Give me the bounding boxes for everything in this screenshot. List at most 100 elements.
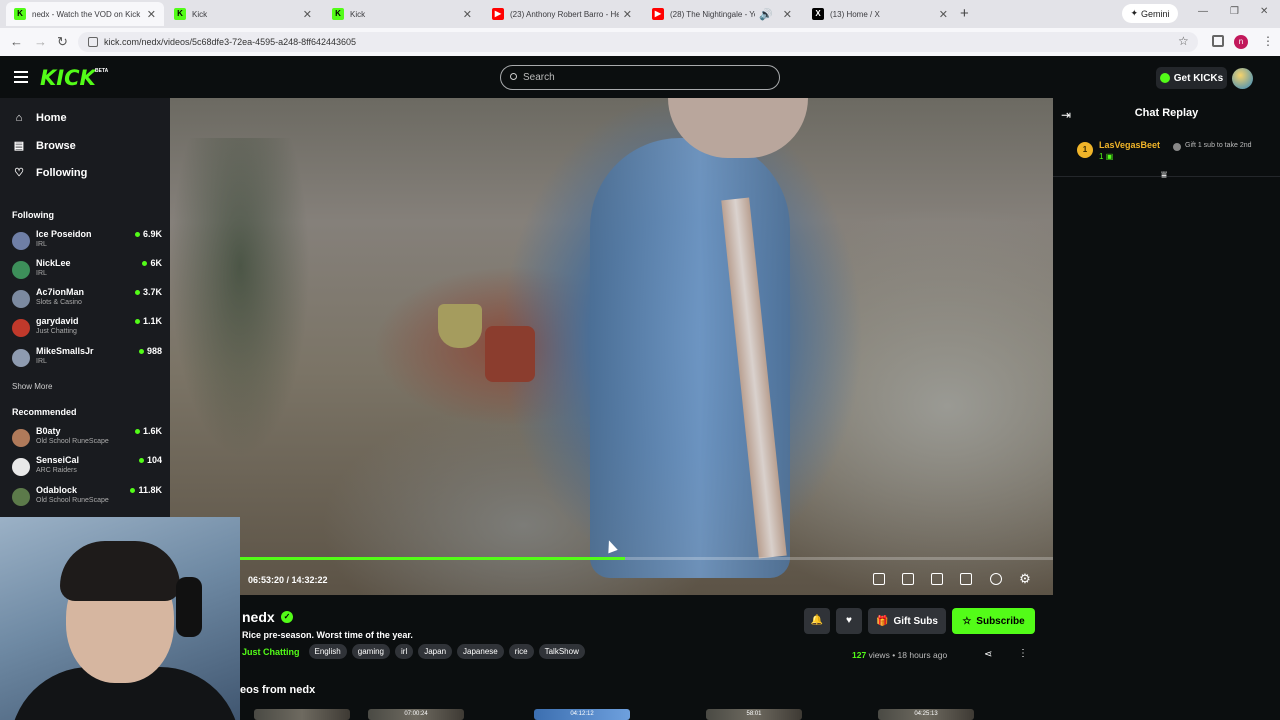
settings-gear-icon[interactable]: ⚙ [1019,572,1031,585]
tag-chip[interactable]: gaming [351,644,390,659]
tag-chip[interactable]: Japanese [457,644,504,659]
gift-to-take-note[interactable]: Gift 1 sub to take 2nd [1173,142,1269,151]
browser-tab[interactable]: ▶ (28) The Nightingale - YouT 🔊 ✕ [644,2,800,26]
close-icon[interactable]: ✕ [303,8,312,21]
tag-chip[interactable]: TalkShow [538,644,585,659]
menu-icon[interactable] [14,71,28,83]
close-icon[interactable]: ✕ [147,8,156,21]
sidebar-item-home[interactable]: ⌂ Home [12,112,67,124]
youtube-icon: ▶ [492,8,504,20]
minimize-icon[interactable]: — [1198,6,1208,17]
browser-menu-icon[interactable]: ⋮ [1262,34,1274,48]
video-title: Rice pre-season. Worst time of the year. [242,630,413,640]
following-channel[interactable]: Ice Poseidon IRL 6.9K [12,229,162,255]
close-icon[interactable]: ✕ [783,8,792,21]
close-icon[interactable]: ✕ [623,8,632,21]
video-thumbnail[interactable]: 07:00:24 [368,709,464,720]
notification-bell-button[interactable]: 🔔 [804,608,830,634]
browser-tab[interactable]: K Kick ✕ [166,2,320,26]
site-info-icon[interactable] [88,37,98,47]
search-input[interactable]: Search [500,65,780,90]
clip-icon[interactable] [902,573,914,585]
following-channel[interactable]: NickLee IRL 6K [12,258,162,284]
close-icon[interactable]: ✕ [463,8,472,21]
user-avatar[interactable] [1232,68,1253,89]
speaker-icon[interactable]: 🔊 [759,8,773,21]
subscribe-button[interactable]: ☆ Subscribe [952,608,1035,634]
theater-mode-icon[interactable] [931,573,943,585]
back-icon[interactable]: ← [10,34,23,49]
fullscreen-icon[interactable] [960,573,972,585]
get-kicks-button[interactable]: Get KICKs [1156,67,1227,89]
recommended-channel[interactable]: SenseiCal ARC Raiders 104 [12,455,162,481]
video-thumbnail[interactable]: 04:12:12 [534,709,630,720]
video-thumbnail[interactable] [254,709,350,720]
browse-icon: ▤ [13,140,25,152]
seek-bar[interactable] [240,557,1053,560]
chat-replay-panel: ⇥ Chat Replay 1 LasVegasBeet 1 ▣ Gift 1 … [1053,98,1280,720]
avatar [12,488,30,506]
gemini-button[interactable]: ✦ Gemini [1122,4,1178,23]
window-close-icon[interactable]: ✕ [1260,6,1268,17]
sidebar-item-label: Following [36,166,88,179]
close-icon[interactable]: ✕ [939,8,948,21]
following-channel[interactable]: MikeSmallsJr IRL 988 [12,346,162,372]
seek-bar-progress [240,557,625,560]
reload-icon[interactable]: ↻ [57,34,68,50]
browser-tab[interactable]: X (13) Home / X ✕ [804,2,956,26]
expand-pinned-icon[interactable]: ⩸ [1161,170,1167,181]
url-field[interactable]: kick.com/nedx/videos/5c68dfe3-72ea-4595-… [78,32,1198,52]
browser-tab[interactable]: K Kick ✕ [324,2,480,26]
beta-badge: BETA [95,68,109,74]
time-display: 06:53:20 / 14:32:22 [248,575,328,585]
tag-chip[interactable]: English [308,644,347,659]
bell-icon: 🔔 [810,615,824,626]
forward-icon[interactable]: → [34,34,47,49]
get-kicks-label: Get KICKs [1173,72,1224,84]
video-thumbnail[interactable]: 04:25:13 [878,709,974,720]
follow-heart-button[interactable]: ♥ [836,608,862,634]
profile-avatar[interactable]: n [1234,35,1248,49]
live-dot-icon [134,290,140,296]
video-age: 18 hours ago [897,650,948,660]
kick-logo[interactable]: KICK [40,66,96,90]
views-word: views [868,650,890,660]
channel-name: MikeSmallsJr [36,346,94,356]
recommended-channel[interactable]: Odablock Old School RuneScape 11.8K [12,485,162,511]
channel-name[interactable]: nedx [242,609,275,625]
browser-tab[interactable]: ▶ (23) Anthony Robert Barro - He ✕ [484,2,640,26]
channel-category: IRL [36,241,47,248]
sidebar-item-label: Browse [36,139,76,152]
channel-name: garydavid [36,316,79,326]
playback-speed-icon[interactable] [990,573,1002,585]
gemini-label: Gemini [1141,8,1170,19]
tag-chip[interactable]: Japan [418,644,453,659]
following-channel[interactable]: garydavid Just Chatting 1.1K [12,316,162,342]
tag-chip[interactable]: rice [508,644,534,659]
avatar [12,290,30,308]
sidebar-item-following[interactable]: ♡ Following [12,166,88,180]
tag-chip[interactable]: irl [395,644,414,659]
share-icon[interactable]: ⋖ [984,649,992,660]
browser-tab[interactable]: K nedx - Watch the VOD on Kick ✕ [6,2,164,26]
recommended-channel[interactable]: B0aty Old School RuneScape 1.6K [12,426,162,452]
extensions-icon[interactable] [1212,35,1224,47]
more-options-icon[interactable]: ⋮ [1018,648,1028,659]
video-player[interactable] [170,98,1053,595]
new-tab-icon[interactable]: + [960,5,969,22]
show-more-link[interactable]: Show More [12,382,52,391]
bookmark-star-icon[interactable]: ☆ [1178,34,1189,48]
sidebar-item-browse[interactable]: ▤ Browse [12,139,76,153]
video-thumbnail[interactable]: 58:01 [706,709,802,720]
kicks-coin-icon [1159,73,1170,83]
viewer-count: 988 [138,346,162,356]
restore-icon[interactable]: ❐ [1230,6,1239,17]
channel-category: IRL [36,270,47,277]
top-gifter[interactable]: 1 LasVegasBeet 1 ▣ Gift 1 sub to take 2n… [1077,140,1267,168]
gift-subs-button[interactable]: 🎁 Gift Subs [868,608,946,634]
chat-title: Chat Replay [1134,107,1199,119]
category-link[interactable]: Just Chatting [242,647,300,657]
miniplayer-icon[interactable] [873,573,885,585]
following-channel[interactable]: Ac7ionMan Slots & Casino 3.7K [12,287,162,313]
viewer-count: 6.9K [134,229,162,239]
